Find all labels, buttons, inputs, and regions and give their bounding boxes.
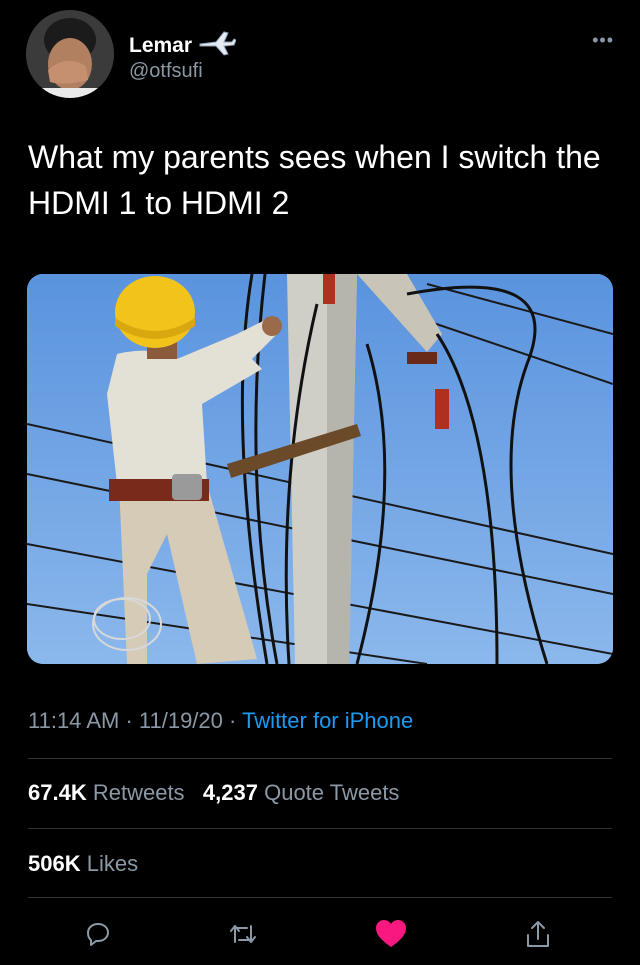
likes-label: Likes (86, 851, 139, 876)
like-icon (376, 920, 406, 947)
tweet-time: 11:14 AM (28, 708, 120, 733)
tweet-text: What my parents sees when I switch the H… (28, 139, 601, 222)
retweet-button[interactable] (221, 912, 265, 956)
quotes-count: 4,237 (202, 780, 258, 805)
tweet-source-link[interactable]: Twitter for iPhone (242, 708, 413, 733)
airplane-badge-icon (198, 30, 237, 62)
like-button[interactable] (369, 912, 413, 956)
display-name-text: Lemar (129, 34, 193, 57)
meta-separator: · (119, 708, 139, 733)
likes-stats[interactable]: 506K Likes (28, 851, 138, 877)
share-button[interactable] (516, 912, 560, 956)
tweet-media[interactable] (27, 274, 613, 664)
display-name[interactable]: Lemar (129, 30, 237, 62)
share-icon (527, 921, 549, 947)
avatar[interactable] (26, 10, 114, 98)
tweet-date: 11/19/20 (138, 708, 223, 733)
divider (28, 828, 612, 829)
lineman-photo (27, 274, 613, 664)
retweets-count: 67.4K (28, 780, 87, 805)
more-options-icon[interactable]: ••• (592, 30, 614, 51)
retweets-label: Retweets (92, 780, 185, 805)
retweets-link[interactable]: 67.4K Retweets (28, 780, 185, 805)
user-handle[interactable]: @otfsufi (129, 60, 203, 83)
tweet-meta: 11:14 AM · 11/19/20 · Twitter for iPhone (28, 708, 413, 734)
retweet-stats: 67.4K Retweets 4,237 Quote Tweets (28, 780, 399, 806)
meta-separator: · (222, 708, 243, 733)
retweet-icon (230, 925, 256, 943)
likes-count: 506K (28, 851, 81, 876)
avatar-image (26, 10, 114, 98)
reply-button[interactable] (76, 912, 120, 956)
divider (28, 897, 612, 898)
quotes-label: Quote Tweets (264, 780, 400, 805)
quote-tweets-link[interactable]: 4,237 Quote Tweets (203, 780, 400, 805)
reply-icon (87, 923, 109, 946)
action-bar (0, 912, 640, 956)
divider (28, 758, 612, 759)
